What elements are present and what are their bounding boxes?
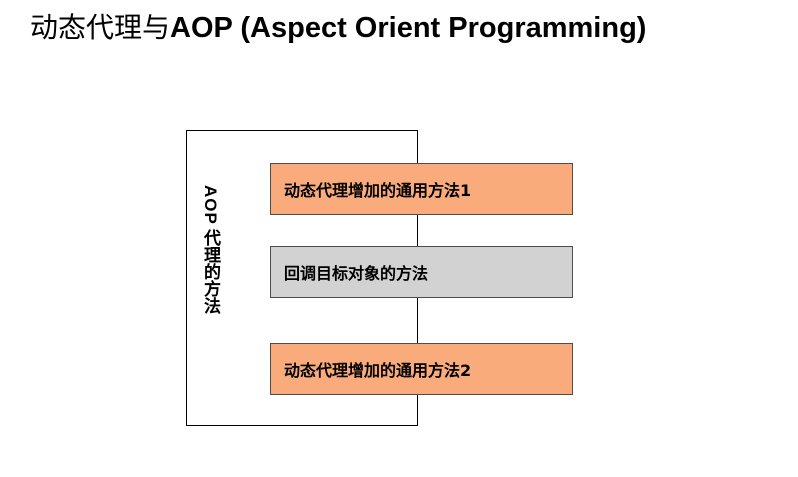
proxy-method-label: AOP 代理的方法 bbox=[197, 185, 223, 314]
proxy-label-aop: AOP bbox=[201, 185, 220, 225]
step-advice-before: 动态代理增加的通用方法1 bbox=[270, 163, 573, 215]
step-target-callback: 回调目标对象的方法 bbox=[270, 246, 573, 298]
slide-title: 动态代理与AOP (Aspect Orient Programming) bbox=[30, 8, 646, 48]
step-advice-after-label: 动态代理增加的通用方法2 bbox=[284, 361, 472, 380]
title-chinese-part: 动态代理与 bbox=[30, 11, 171, 44]
step-advice-before-label: 动态代理增加的通用方法1 bbox=[284, 181, 472, 200]
step-target-callback-label: 回调目标对象的方法 bbox=[284, 264, 429, 283]
proxy-label-cjk: 代理的方法 bbox=[200, 228, 220, 314]
step-advice-after: 动态代理增加的通用方法2 bbox=[270, 343, 573, 395]
title-english-part: AOP (Aspect Orient Programming) bbox=[170, 12, 647, 44]
